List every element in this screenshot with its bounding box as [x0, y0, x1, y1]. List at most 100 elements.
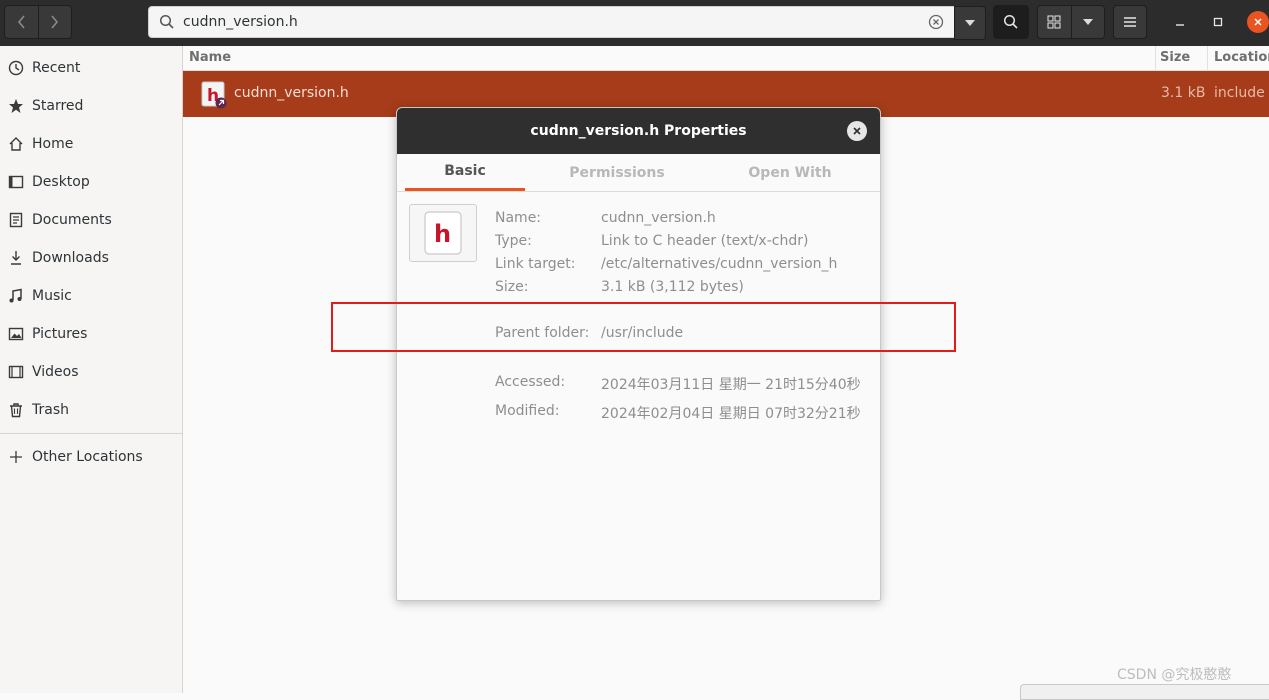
sidebar-item-label: Pictures	[32, 326, 88, 342]
sidebar-item-music[interactable]: Music	[0, 281, 182, 311]
chevron-right-icon	[51, 15, 58, 29]
view-options-button[interactable]	[1070, 6, 1105, 38]
sidebar-item-starred[interactable]: Starred	[0, 91, 182, 121]
sidebar-item-home[interactable]: Home	[0, 129, 182, 159]
sidebar-item-label: Other Locations	[32, 449, 143, 465]
clear-search-button[interactable]	[925, 11, 947, 33]
chevron-left-icon	[18, 15, 25, 29]
sidebar-item-videos[interactable]: Videos	[0, 357, 182, 387]
sidebar: Recent Starred Home Desktop Documents Do…	[0, 46, 183, 693]
minimize-button[interactable]	[1169, 11, 1191, 33]
sidebar-item-label: Downloads	[32, 250, 109, 266]
search-options-button[interactable]	[954, 6, 986, 40]
parent-folder-value[interactable]: /usr/include	[601, 325, 683, 341]
sidebar-item-recent[interactable]: Recent	[0, 53, 182, 83]
link-target-value: /etc/alternatives/cudnn_version_h	[601, 256, 838, 272]
trash-icon	[8, 402, 24, 418]
maximize-button[interactable]	[1207, 11, 1229, 33]
grid-icon	[1047, 15, 1061, 29]
nav-buttons	[4, 5, 72, 39]
view-buttons	[1037, 5, 1105, 39]
menu-button[interactable]	[1113, 5, 1147, 39]
triangle-down-icon	[1082, 19, 1093, 25]
search-input[interactable]	[183, 14, 925, 30]
file-name: cudnn_version.h	[234, 85, 349, 101]
sidebar-item-label: Recent	[32, 60, 81, 76]
modified-label: Modified:	[495, 403, 560, 419]
triangle-down-icon	[965, 20, 975, 26]
close-window-button[interactable]	[1247, 11, 1269, 33]
sidebar-item-other-locations[interactable]: Other Locations	[0, 442, 182, 472]
sidebar-item-documents[interactable]: Documents	[0, 205, 182, 235]
watermark: CSDN @究极憨憨	[1117, 667, 1232, 683]
dialog-header: cudnn_version.h Properties	[397, 108, 880, 154]
file-size: 3.1 kB	[1161, 85, 1206, 101]
sidebar-item-desktop[interactable]: Desktop	[0, 167, 182, 197]
column-name-header[interactable]: Name	[189, 50, 231, 65]
sidebar-separator	[0, 433, 182, 434]
download-icon	[8, 250, 24, 266]
close-icon	[1254, 18, 1262, 26]
clear-icon	[928, 14, 944, 30]
sidebar-item-pictures[interactable]: Pictures	[0, 319, 182, 349]
search-field[interactable]	[148, 6, 956, 38]
desktop-icon	[8, 174, 24, 190]
dialog-tabs: Basic Permissions Open With	[397, 154, 880, 192]
file-location: include	[1214, 85, 1265, 101]
sidebar-item-downloads[interactable]: Downloads	[0, 243, 182, 273]
plus-icon	[8, 449, 24, 465]
tab-basic[interactable]: Basic	[405, 154, 525, 191]
music-icon	[8, 288, 24, 304]
accessed-value: 2024年03月11日 星期一 21时15分40秒	[601, 377, 861, 393]
column-divider	[1207, 46, 1208, 70]
c-header-file-icon: h	[201, 81, 227, 109]
column-location-header[interactable]: Location	[1214, 50, 1269, 65]
grid-view-button[interactable]	[1038, 6, 1071, 38]
sidebar-item-label: Trash	[32, 402, 69, 418]
video-icon	[8, 364, 24, 380]
tab-open-with[interactable]: Open With	[730, 154, 850, 191]
accessed-label: Accessed:	[495, 374, 566, 390]
search-toggle-button[interactable]	[993, 5, 1029, 39]
back-button[interactable]	[5, 6, 38, 38]
sidebar-item-label: Desktop	[32, 174, 90, 190]
sidebar-item-label: Starred	[32, 98, 84, 114]
home-icon	[8, 136, 24, 152]
file-type-icon[interactable]: h	[409, 204, 477, 262]
close-icon	[853, 127, 861, 135]
parent-folder-label: Parent folder:	[495, 325, 590, 341]
maximize-icon	[1213, 17, 1223, 27]
tab-permissions[interactable]: Permissions	[557, 154, 677, 191]
search-icon	[1003, 14, 1018, 29]
header-bar	[0, 0, 1269, 46]
document-icon	[8, 212, 24, 228]
size-label: Size:	[495, 279, 529, 295]
search-icon	[159, 12, 179, 32]
size-value: 3.1 kB (3,112 bytes)	[601, 279, 744, 295]
star-icon	[8, 98, 24, 114]
dialog-title: cudnn_version.h Properties	[530, 123, 747, 139]
clock-icon	[8, 60, 24, 76]
sidebar-item-label: Documents	[32, 212, 112, 228]
forward-button[interactable]	[37, 6, 72, 38]
sidebar-item-trash[interactable]: Trash	[0, 395, 182, 425]
sidebar-item-label: Home	[32, 136, 74, 152]
properties-dialog: cudnn_version.h Properties Basic Permiss…	[396, 107, 881, 601]
hamburger-icon	[1124, 17, 1136, 27]
sidebar-item-label: Videos	[32, 364, 79, 380]
sidebar-item-label: Music	[32, 288, 72, 304]
minimize-icon	[1176, 24, 1184, 26]
column-size-header[interactable]: Size	[1160, 50, 1190, 65]
link-target-label: Link target:	[495, 256, 576, 272]
name-value: cudnn_version.h	[601, 210, 716, 226]
dialog-close-button[interactable]	[847, 121, 867, 141]
column-divider	[1155, 46, 1156, 70]
type-value: Link to C header (text/x-chdr)	[601, 233, 809, 249]
name-label: Name:	[495, 210, 542, 226]
modified-value: 2024年02月04日 星期日 07时32分21秒	[601, 406, 861, 422]
svg-text:h: h	[434, 220, 451, 248]
status-bar	[1020, 684, 1269, 700]
picture-icon	[8, 326, 24, 342]
column-headers: Name Size Location	[183, 46, 1269, 71]
type-label: Type:	[495, 233, 532, 249]
